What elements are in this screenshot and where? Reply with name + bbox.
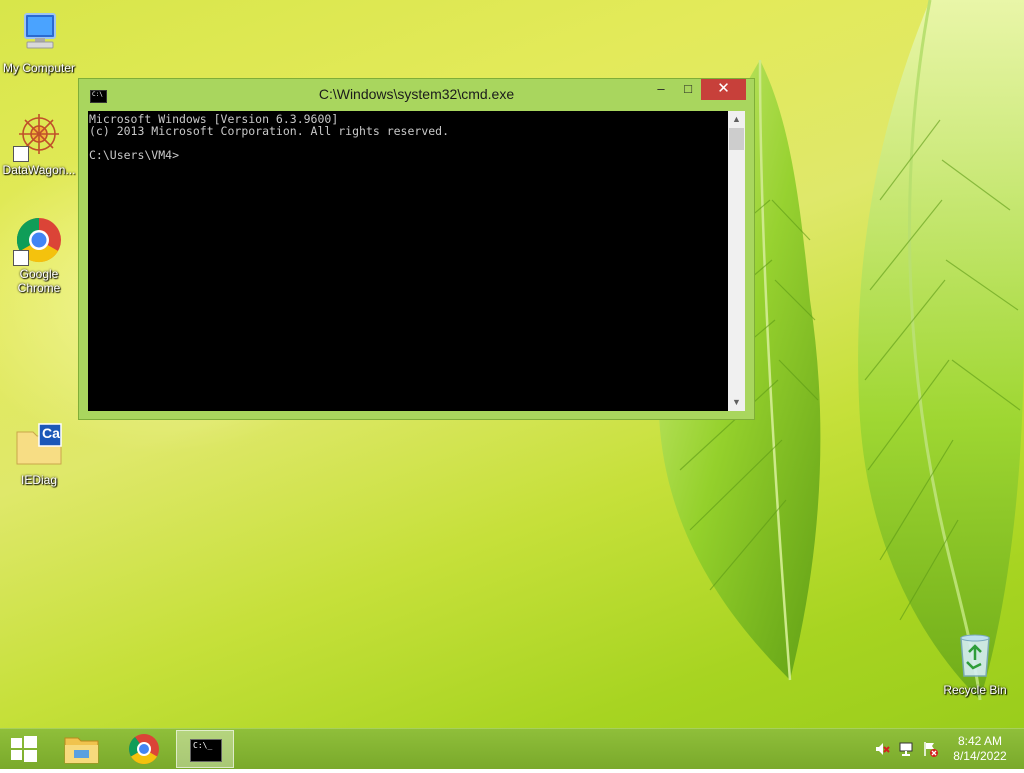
shortcut-arrow-icon [13,250,29,266]
desktop-icon-datawagon[interactable]: DataWagon... [0,112,78,177]
clock-date: 8/14/2022 [953,749,1007,763]
chrome-icon [128,734,159,765]
file-explorer-icon [64,737,99,764]
taskbar: C:\_ 8:42 AM 8/14/2022 [0,728,1024,769]
windows-logo-icon [11,736,37,762]
scroll-up-arrow-icon[interactable]: ▲ [728,111,745,128]
chrome-icon [13,216,63,266]
cmd-icon: C:\_ [190,739,222,762]
window-titlebar[interactable]: C:\ C:\Windows\system32\cmd.exe – □ ✕ [79,79,754,109]
desktop-icon-recycle-bin[interactable]: Recycle Bin [936,632,1014,697]
desktop-icon-iediag[interactable]: Ca IEDiag [0,422,78,487]
minimize-button[interactable]: – [647,79,675,100]
datawagon-logo-icon [13,112,63,162]
taskbar-google-chrome[interactable] [118,730,170,768]
system-tray [868,737,948,761]
desktop-icon-label: Recycle Bin [943,683,1007,697]
taskbar-clock[interactable]: 8:42 AM 8/14/2022 [945,734,1015,764]
desktop-icon-google-chrome[interactable]: Google Chrome [0,216,78,295]
recycle-bin-icon [951,632,999,680]
desktop-icon-label: Google Chrome [17,267,61,295]
action-center-flag-icon[interactable] [922,741,938,757]
clock-time: 8:42 AM [957,734,1003,748]
console-line: (c) 2013 Microsoft Corporation. All righ… [89,124,450,138]
scrollbar-thumb[interactable] [729,128,744,150]
desktop-icon-label: My Computer [2,61,76,75]
computer-icon [15,10,63,58]
volume-muted-icon[interactable] [874,741,890,757]
start-button[interactable] [0,730,48,768]
vertical-scrollbar[interactable]: ▲ ▼ [728,111,745,411]
desktop: My Computer DataWagon... Google Chrome C… [0,0,1024,728]
console-output[interactable]: Microsoft Windows [Version 6.3.9600] (c) … [88,111,728,411]
shortcut-arrow-icon [13,146,29,162]
console-prompt: C:\Users\VM4> [89,148,180,162]
maximize-button[interactable]: □ [675,79,701,100]
network-icon[interactable] [898,741,914,757]
scroll-down-arrow-icon[interactable]: ▼ [728,394,745,411]
iediag-badge-text: Ca [42,425,60,441]
taskbar-command-prompt[interactable]: C:\_ [176,730,234,768]
desktop-icon-label: DataWagon... [2,163,76,177]
cmd-window[interactable]: C:\ C:\Windows\system32\cmd.exe – □ ✕ Mi… [78,78,755,420]
cmd-icon-text: C:\_ [193,741,213,750]
desktop-icon-my-computer[interactable]: My Computer [0,10,78,75]
close-button[interactable]: ✕ [701,79,746,100]
folder-icon: Ca [15,422,63,470]
desktop-icon-label: IEDiag [20,473,58,487]
taskbar-file-explorer[interactable] [56,730,108,768]
